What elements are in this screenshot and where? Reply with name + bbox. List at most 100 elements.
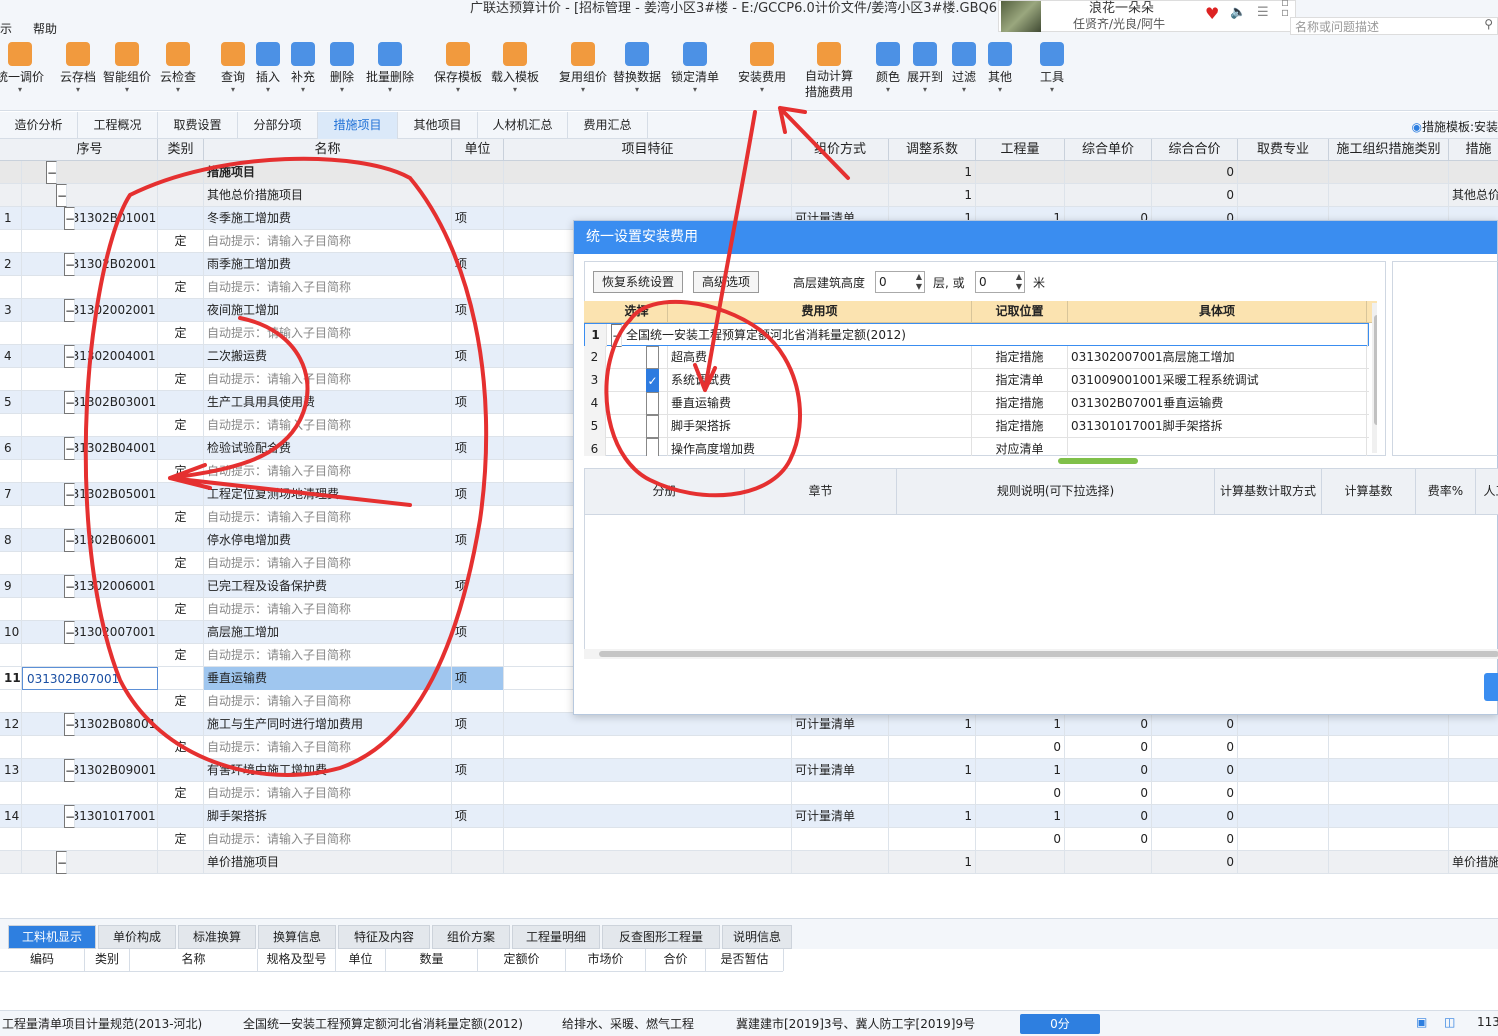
collapse-toggle-icon[interactable]: − bbox=[64, 529, 75, 552]
tab-2[interactable]: 取费设置 bbox=[158, 112, 238, 139]
cell-qty[interactable] bbox=[976, 184, 1065, 207]
cell-up[interactable] bbox=[1065, 184, 1152, 207]
resource-col-header[interactable]: 规格及型号 bbox=[258, 949, 336, 971]
cell-feat[interactable] bbox=[504, 161, 792, 184]
cell-code[interactable]: −031302B05001 bbox=[22, 483, 158, 506]
cell-up[interactable]: 0 bbox=[1065, 828, 1152, 851]
cell-no[interactable] bbox=[0, 276, 22, 299]
cell-unit[interactable]: 项 bbox=[452, 575, 504, 598]
stepper-arrows-icon[interactable]: ▲ ▼ bbox=[916, 272, 922, 292]
cell-name[interactable]: 夜间施工增加 bbox=[204, 299, 452, 322]
cell-name[interactable]: 单价措施项目 bbox=[204, 851, 452, 874]
rules-col-header[interactable]: 规则说明(可下拉选择) bbox=[897, 469, 1215, 515]
cell-qty[interactable] bbox=[976, 161, 1065, 184]
cell-none2[interactable] bbox=[1329, 851, 1449, 874]
fee-select-cell[interactable] bbox=[606, 415, 668, 438]
cell-code[interactable] bbox=[22, 552, 158, 575]
dropdown-arrow-icon[interactable]: ▾ bbox=[485, 85, 545, 95]
toolbar-tools-button[interactable]: 工具 ▾ bbox=[1022, 42, 1082, 95]
cell-cat[interactable]: 定 bbox=[158, 460, 204, 483]
cell-unit[interactable] bbox=[452, 552, 504, 575]
hscroll-thumb[interactable] bbox=[599, 651, 1498, 657]
fee-row[interactable]: 3 ✓ 系统调试费 指定清单 031009001001采暖工程系统调试 bbox=[584, 369, 1369, 392]
cell-name[interactable]: 自动提示：请输入子目简称 bbox=[204, 322, 452, 345]
cell-no[interactable] bbox=[0, 851, 22, 874]
cell-cat[interactable]: 定 bbox=[158, 368, 204, 391]
cell-none1[interactable] bbox=[1238, 759, 1329, 782]
fee-row[interactable]: 5 脚手架搭拆 指定措施 031301017001脚手架搭拆 bbox=[584, 415, 1369, 438]
collapse-toggle-icon[interactable]: − bbox=[64, 299, 75, 322]
resource-col-header[interactable]: 类别 bbox=[85, 949, 130, 971]
cell-cat[interactable]: 定 bbox=[158, 736, 204, 759]
cell-feat[interactable] bbox=[504, 782, 792, 805]
cell-unit[interactable] bbox=[452, 161, 504, 184]
cell-unit[interactable]: 项 bbox=[452, 207, 504, 230]
cell-unit[interactable]: 项 bbox=[452, 299, 504, 322]
table-row[interactable]: 定 自动提示：请输入子目简称 0 0 0 bbox=[0, 782, 1498, 805]
grid-col-header[interactable]: 取费专业 bbox=[1238, 139, 1329, 161]
collapse-toggle-icon[interactable]: − bbox=[56, 184, 67, 207]
cell-cat[interactable] bbox=[158, 253, 204, 276]
cell-total[interactable]: 0 bbox=[1152, 713, 1238, 736]
cell-coef[interactable]: 1 bbox=[889, 713, 976, 736]
fee-cell-no[interactable]: 3 bbox=[584, 369, 606, 392]
cell-feat[interactable] bbox=[504, 713, 792, 736]
collapse-toggle-icon[interactable]: − bbox=[64, 621, 75, 644]
resource-col-header[interactable]: 数量 bbox=[386, 949, 478, 971]
cell-code[interactable] bbox=[22, 828, 158, 851]
cell-no[interactable] bbox=[0, 598, 22, 621]
grid-col-header[interactable]: 组价方式 bbox=[792, 139, 889, 161]
cell-none2[interactable] bbox=[1329, 805, 1449, 828]
cell-name[interactable]: 已完工程及设备保护费 bbox=[204, 575, 452, 598]
cell-total[interactable]: 0 bbox=[1152, 851, 1238, 874]
cell-up[interactable]: 0 bbox=[1065, 713, 1152, 736]
cell-none1[interactable] bbox=[1238, 161, 1329, 184]
cell-unit[interactable]: 项 bbox=[452, 759, 504, 782]
cell-unit[interactable] bbox=[452, 460, 504, 483]
cell-code[interactable] bbox=[22, 276, 158, 299]
cell-name[interactable]: 有害环境中施工增加费 bbox=[204, 759, 452, 782]
dropdown-arrow-icon[interactable]: ▾ bbox=[428, 85, 488, 95]
fee-select-cell[interactable] bbox=[606, 392, 668, 415]
tab-4[interactable]: 措施项目 bbox=[318, 112, 398, 139]
dropdown-arrow-icon[interactable]: ▾ bbox=[665, 85, 725, 95]
cell-method[interactable]: 可计量清单 bbox=[792, 759, 889, 782]
cell-feat[interactable] bbox=[504, 184, 792, 207]
collapse-toggle-icon[interactable]: − bbox=[64, 713, 75, 736]
bottom-tab[interactable]: 工料机显示 bbox=[8, 925, 96, 949]
resource-col-header[interactable]: 合价 bbox=[646, 949, 706, 971]
cell-none2[interactable] bbox=[1329, 759, 1449, 782]
cell-no[interactable]: 14 bbox=[0, 805, 22, 828]
cell-no[interactable] bbox=[0, 414, 22, 437]
cell-unit[interactable] bbox=[452, 506, 504, 529]
cell-coef[interactable] bbox=[889, 736, 976, 759]
cell-total[interactable]: 0 bbox=[1152, 736, 1238, 759]
rules-hscrollbar[interactable] bbox=[584, 649, 1498, 659]
cell-cat[interactable]: 定 bbox=[158, 782, 204, 805]
cell-code[interactable] bbox=[22, 230, 158, 253]
cell-up[interactable]: 0 bbox=[1065, 782, 1152, 805]
cell-code[interactable]: −031302004001 bbox=[22, 345, 158, 368]
cell-no[interactable] bbox=[0, 736, 22, 759]
cell-coef[interactable] bbox=[889, 828, 976, 851]
bottom-tab[interactable]: 组价方案 bbox=[432, 925, 510, 949]
heart-icon[interactable]: ♥ bbox=[1205, 4, 1219, 23]
window-controls-icon[interactable]: ▫ ▫ bbox=[1281, 0, 1289, 18]
fee-cell-no[interactable]: 1 bbox=[585, 324, 607, 347]
cell-none1[interactable] bbox=[1238, 782, 1329, 805]
grid-col-header[interactable]: 类别 bbox=[158, 139, 204, 161]
menu-show[interactable]: 示 bbox=[0, 20, 12, 37]
resource-col-header[interactable]: 编码 bbox=[0, 949, 85, 971]
checkbox[interactable] bbox=[646, 346, 659, 369]
cell-name[interactable]: 自动提示：请输入子目简称 bbox=[204, 736, 452, 759]
cell-cat[interactable] bbox=[158, 759, 204, 782]
cell-method[interactable]: 可计量清单 bbox=[792, 805, 889, 828]
cell-unit[interactable]: 项 bbox=[452, 805, 504, 828]
table-row[interactable]: 定 自动提示：请输入子目简称 0 0 0 bbox=[0, 828, 1498, 851]
checked-checkbox[interactable]: ✓ bbox=[646, 369, 659, 392]
cell-method[interactable] bbox=[792, 736, 889, 759]
tab-0[interactable]: 造价分析 bbox=[0, 112, 78, 139]
cell-total[interactable]: 0 bbox=[1152, 828, 1238, 851]
cell-cat[interactable]: 定 bbox=[158, 276, 204, 299]
cell-qty[interactable]: 1 bbox=[976, 805, 1065, 828]
